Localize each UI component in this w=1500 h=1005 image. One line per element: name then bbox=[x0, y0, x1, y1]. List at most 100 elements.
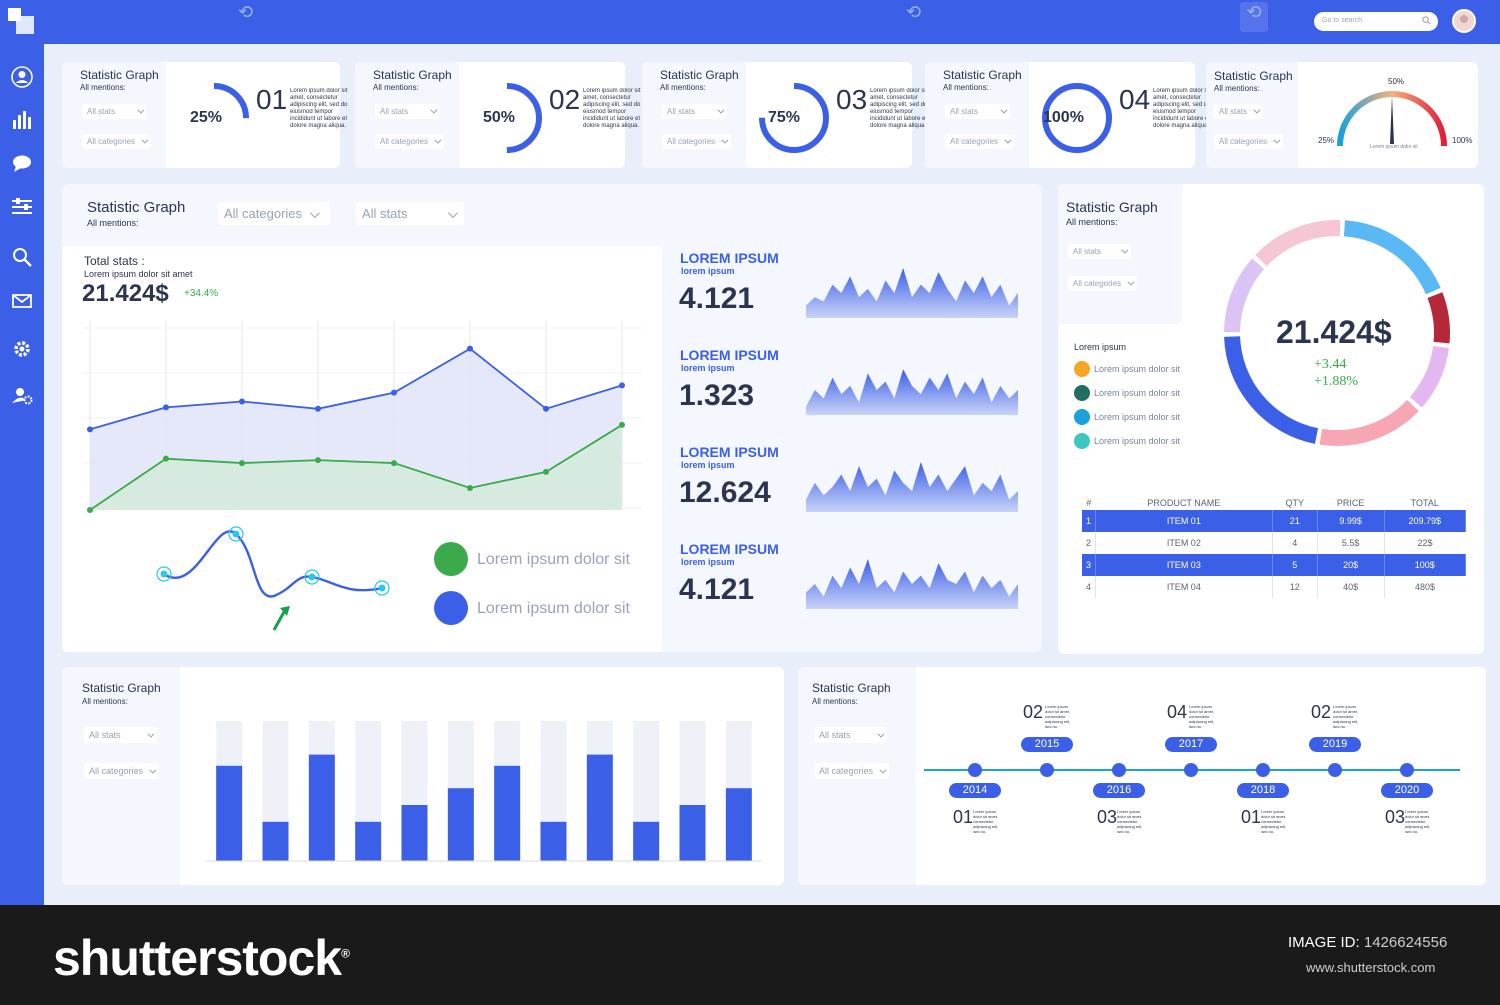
categories-dropdown[interactable]: All categories bbox=[82, 134, 152, 149]
timeline-number: 04 bbox=[1167, 702, 1188, 722]
sparkline-value: 4.121 bbox=[679, 573, 755, 606]
year-pill[interactable]: 2016 bbox=[1093, 783, 1145, 798]
timeline-node[interactable] bbox=[1328, 763, 1342, 777]
kpi-card: Statistic Graph All mentions: All stats All… bbox=[642, 62, 927, 168]
card-subtitle: All mentions: bbox=[660, 83, 706, 92]
data-point bbox=[467, 485, 473, 491]
categories-dropdown[interactable]: All categories bbox=[84, 763, 160, 779]
brand-logo: shutterstock® bbox=[53, 930, 350, 986]
wave-point bbox=[378, 584, 386, 592]
year-pill[interactable]: 2018 bbox=[1237, 783, 1289, 798]
gauge-caption: Lorem ipsum dolor sit bbox=[1370, 144, 1418, 150]
timeline-node[interactable] bbox=[1400, 763, 1414, 777]
app-logo-icon bbox=[8, 8, 34, 34]
table-row[interactable]: 4 ITEM 04 12 40$ 480$ bbox=[1082, 576, 1466, 598]
stats-dropdown[interactable]: All stats bbox=[814, 727, 887, 743]
ring-segment bbox=[1224, 258, 1265, 333]
timeline-node[interactable] bbox=[1184, 763, 1198, 777]
card-subtitle: All mentions: bbox=[1214, 84, 1260, 93]
year-pill[interactable]: 2017 bbox=[1165, 737, 1217, 752]
table-row[interactable]: 3 ITEM 03 5 20$ 100$ bbox=[1082, 554, 1467, 576]
bar bbox=[216, 765, 243, 861]
timeline-note: Lorem ipsum dolor sit amet, consectetur … bbox=[1333, 704, 1359, 729]
timeline-node[interactable] bbox=[1112, 763, 1126, 777]
arrow-up-icon bbox=[272, 611, 286, 631]
user-avatar[interactable] bbox=[1452, 9, 1476, 33]
timeline-note: Lorem ipsum dolor sit amet, consectetur … bbox=[1261, 809, 1287, 834]
card-subtitle: All mentions: bbox=[373, 83, 419, 92]
timeline-node[interactable] bbox=[968, 763, 982, 777]
categories-dropdown[interactable]: All categories bbox=[218, 202, 330, 225]
categories-dropdown[interactable]: All categories bbox=[662, 134, 732, 149]
wave-point bbox=[232, 530, 240, 538]
sparkline-chart bbox=[806, 268, 1018, 318]
sparkline-title: LOREM IPSUM bbox=[680, 250, 779, 266]
gear-icon[interactable] bbox=[9, 336, 35, 362]
search-icon[interactable] bbox=[9, 244, 35, 270]
legend-dot bbox=[1074, 433, 1090, 449]
mail-icon[interactable] bbox=[9, 288, 35, 314]
table-row[interactable]: 2 ITEM 02 4 5.5$ 22$ bbox=[1082, 532, 1466, 554]
card-subtitle: All mentions: bbox=[943, 83, 989, 92]
bar bbox=[355, 821, 382, 861]
progress-percent: 25% bbox=[190, 109, 223, 126]
card-title: Statistic Graph bbox=[373, 68, 452, 82]
table-cell: 12 bbox=[1272, 576, 1318, 598]
stats-dropdown[interactable]: All stats bbox=[375, 104, 441, 119]
watermark-icon: ⟲ bbox=[1240, 2, 1268, 32]
table-row[interactable]: 1 ITEM 01 21 9.99$ 209.79$ bbox=[1082, 510, 1467, 532]
search-input[interactable]: Go to search bbox=[1314, 12, 1438, 31]
stats-dropdown[interactable]: All stats bbox=[1068, 244, 1132, 259]
panel-subtitle: All mentions: bbox=[82, 697, 128, 706]
ring-segment bbox=[1427, 292, 1450, 344]
table-header: # bbox=[1086, 498, 1092, 508]
data-point bbox=[315, 405, 321, 412]
card-title: Statistic Graph bbox=[660, 68, 739, 82]
stats-dropdown[interactable]: All stats bbox=[84, 727, 157, 743]
table-cell: ITEM 03 bbox=[1095, 554, 1273, 576]
bar-chart-icon[interactable] bbox=[9, 106, 35, 132]
categories-dropdown[interactable]: All categories bbox=[1068, 276, 1138, 291]
total-value: 21.424$ bbox=[82, 280, 169, 307]
table-cell: 4 bbox=[1082, 576, 1096, 598]
stats-dropdown[interactable]: All stats bbox=[82, 104, 148, 119]
chat-icon[interactable] bbox=[9, 150, 35, 176]
user-settings-icon[interactable] bbox=[9, 382, 35, 408]
user-icon[interactable] bbox=[9, 64, 35, 90]
stats-dropdown[interactable]: All stats bbox=[356, 202, 464, 225]
table-cell: 20$ bbox=[1317, 554, 1385, 576]
timeline-number: 02 bbox=[1023, 702, 1044, 722]
kpi-card: Statistic Graph All mentions: All stats All… bbox=[355, 62, 640, 168]
table-header: QTY bbox=[1285, 498, 1304, 508]
stats-dropdown[interactable]: All stats bbox=[1214, 104, 1264, 119]
card-title: Statistic Graph bbox=[1214, 69, 1293, 83]
table-cell: ITEM 02 bbox=[1095, 532, 1273, 554]
categories-dropdown[interactable]: All categories bbox=[375, 134, 445, 149]
panel-title: Statistic Graph bbox=[87, 199, 186, 216]
legend-dot bbox=[1074, 361, 1090, 377]
stats-dropdown[interactable]: All stats bbox=[945, 104, 1011, 119]
data-point bbox=[391, 389, 397, 396]
timeline-note: Lorem ipsum dolor sit amet, consectetur … bbox=[1117, 809, 1143, 834]
sparkline-chart bbox=[806, 369, 1018, 415]
categories-dropdown[interactable]: All categories bbox=[945, 134, 1015, 149]
sliders-icon[interactable] bbox=[9, 194, 35, 220]
year-pill[interactable]: 2019 bbox=[1309, 737, 1361, 752]
sparkline-chart bbox=[806, 559, 1018, 609]
categories-dropdown[interactable]: All categories bbox=[1214, 134, 1284, 149]
year-pill[interactable]: 2015 bbox=[1021, 737, 1073, 752]
timeline-node[interactable] bbox=[1256, 763, 1270, 777]
categories-dropdown[interactable]: All categories bbox=[814, 763, 890, 779]
data-point bbox=[315, 457, 321, 464]
data-point bbox=[619, 421, 625, 428]
kpi-card: Statistic Graph All mentions: All stats All… bbox=[62, 62, 347, 168]
stats-dropdown[interactable]: All stats bbox=[662, 104, 728, 119]
year-pill[interactable]: 2020 bbox=[1381, 783, 1433, 798]
timeline-node[interactable] bbox=[1040, 763, 1054, 777]
panel-subtitle: All mentions: bbox=[1066, 217, 1118, 227]
search-icon[interactable] bbox=[1422, 16, 1431, 25]
sparkline-value: 4.121 bbox=[679, 282, 755, 315]
year-pill[interactable]: 2014 bbox=[949, 783, 1001, 798]
legend-dot-green bbox=[434, 542, 468, 576]
legend-label: Lorem ipsum dolor sit bbox=[1094, 436, 1181, 446]
